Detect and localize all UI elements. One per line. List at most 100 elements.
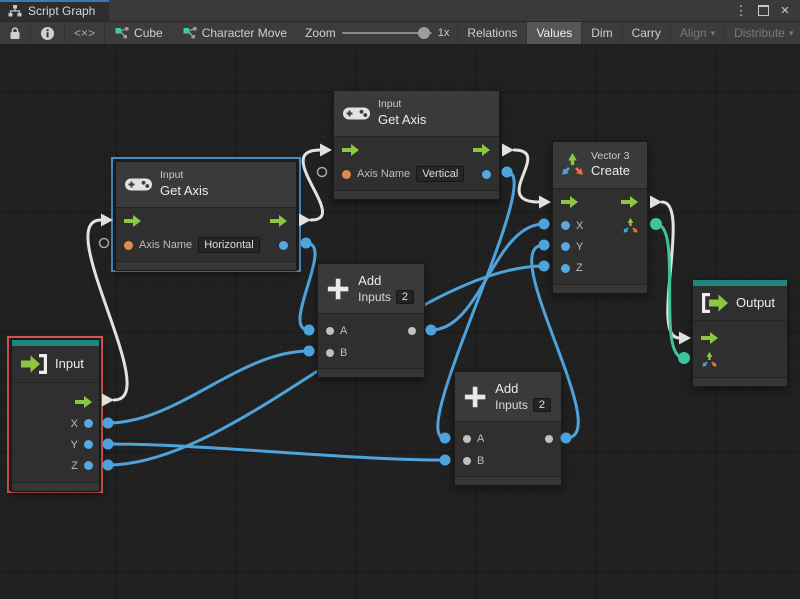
chevron-down-icon: ▾ xyxy=(789,28,794,39)
node-get-axis-horizontal[interactable]: Input Get Axis Axis Name Horizontal xyxy=(115,161,297,271)
node-add-2[interactable]: Add Inputs 2 A B xyxy=(454,371,562,486)
inspect-button[interactable] xyxy=(31,22,65,44)
flow-in-arrow-icon[interactable] xyxy=(124,215,142,227)
z-port-dot[interactable] xyxy=(84,461,93,470)
active-tab-accent xyxy=(0,0,109,2)
inputs-count-field[interactable]: 2 xyxy=(533,398,551,412)
plus-icon xyxy=(463,384,487,410)
x-port-dot[interactable] xyxy=(84,419,93,428)
node-footer xyxy=(455,476,561,485)
b-port-dot[interactable] xyxy=(463,457,471,465)
node-get-axis-vertical[interactable]: Input Get Axis Axis Name Vertical xyxy=(333,90,500,200)
zoom-label: Zoom xyxy=(305,26,336,40)
tab-script-graph[interactable]: Script Graph xyxy=(0,0,109,21)
flow-out-arrow-icon[interactable] xyxy=(270,215,288,227)
node-header[interactable]: Output xyxy=(693,286,787,320)
node-footer xyxy=(116,261,296,270)
sum-port-dot[interactable] xyxy=(408,327,416,335)
breadcrumb-cube[interactable]: Cube xyxy=(105,22,173,44)
node-vector3-create[interactable]: Vector 3 Create X Y Z xyxy=(552,141,648,294)
port-label: X xyxy=(71,418,78,430)
node-footer xyxy=(318,368,424,377)
x-port-row: X xyxy=(553,215,647,236)
node-footer xyxy=(12,482,99,491)
y-port-row: Y xyxy=(12,434,99,455)
zoom-value: 1x xyxy=(438,27,450,39)
axis-name-value-field[interactable]: Horizontal xyxy=(198,237,260,253)
vector3-input-icon[interactable] xyxy=(701,351,718,369)
distribute-dropdown[interactable]: Distribute ▾ xyxy=(725,22,800,44)
code-icon: <×> xyxy=(74,26,95,40)
port-label: Z xyxy=(71,460,78,472)
node-title: Output xyxy=(736,295,775,312)
zoom-control: Zoom 1x xyxy=(297,26,457,40)
carry-button[interactable]: Carry xyxy=(623,22,671,44)
flow-out-arrow-icon[interactable] xyxy=(621,196,639,208)
flow-out-arrow-icon[interactable] xyxy=(75,396,93,408)
port-label: Y xyxy=(71,439,78,451)
z-port-dot[interactable] xyxy=(561,264,570,273)
result-port-dot[interactable] xyxy=(279,241,288,250)
flow-in-arrow-icon[interactable] xyxy=(342,144,360,156)
values-button[interactable]: Values xyxy=(527,22,582,44)
flow-in-arrow-icon[interactable] xyxy=(701,332,719,344)
node-header[interactable]: Add Inputs 2 xyxy=(455,372,561,422)
lock-button[interactable] xyxy=(0,22,31,44)
flow-in-arrow-icon[interactable] xyxy=(561,196,579,208)
node-title: Input xyxy=(55,356,84,373)
vector3-output-icon[interactable] xyxy=(622,217,639,235)
b-port-row: B xyxy=(318,342,424,363)
dim-button[interactable]: Dim xyxy=(582,22,622,44)
lock-icon xyxy=(9,26,21,40)
node-graph-output[interactable]: Output xyxy=(692,279,788,387)
node-footer xyxy=(693,377,787,386)
inputs-label: Inputs xyxy=(495,398,528,412)
zoom-slider-handle[interactable] xyxy=(418,27,430,39)
a-port-dot[interactable] xyxy=(463,435,471,443)
relations-button[interactable]: Relations xyxy=(458,22,527,44)
menu-icon[interactable]: ⋮ xyxy=(732,3,750,19)
a-port-row: A xyxy=(318,320,424,342)
inputs-count-field[interactable]: 2 xyxy=(396,290,414,304)
align-dropdown[interactable]: Align ▾ xyxy=(671,22,725,44)
param-label: Axis Name xyxy=(357,168,410,180)
graph-input-icon xyxy=(20,353,48,375)
flow-ports-row xyxy=(553,189,647,215)
node-header[interactable]: Vector 3 Create xyxy=(553,142,647,189)
axis-name-value-field[interactable]: Vertical xyxy=(416,166,464,182)
breadcrumb-character-move[interactable]: Character Move xyxy=(173,22,297,44)
node-header[interactable]: Input Get Axis xyxy=(334,91,499,137)
node-graph-input[interactable]: Input X Y Z xyxy=(11,339,100,492)
b-port-dot[interactable] xyxy=(326,349,334,357)
code-view-button[interactable]: <×> xyxy=(65,22,105,44)
close-icon[interactable]: × xyxy=(776,3,794,19)
node-header[interactable]: Input Get Axis xyxy=(116,162,296,208)
node-title: Add xyxy=(358,273,414,290)
sum-port-dot[interactable] xyxy=(545,435,553,443)
node-footer xyxy=(553,284,647,293)
port-label: Y xyxy=(576,241,583,253)
graph-hierarchy-icon xyxy=(8,5,22,17)
x-port-dot[interactable] xyxy=(561,221,570,230)
zoom-slider[interactable] xyxy=(342,32,432,34)
window-controls: ⋮ × xyxy=(732,0,800,21)
z-port-row: Z xyxy=(553,257,647,279)
distribute-label: Distribute xyxy=(734,26,785,40)
y-port-dot[interactable] xyxy=(84,440,93,449)
maximize-icon[interactable] xyxy=(754,3,772,19)
node-header[interactable]: Add Inputs 2 xyxy=(318,264,424,314)
param-label: Axis Name xyxy=(139,239,192,251)
breadcrumb-label: Cube xyxy=(134,26,163,40)
node-add-1[interactable]: Add Inputs 2 A B xyxy=(317,263,425,378)
flow-out-arrow-icon[interactable] xyxy=(473,144,491,156)
x-port-row: X xyxy=(12,413,99,434)
result-port-dot[interactable] xyxy=(482,170,491,179)
graph-node-icon xyxy=(115,27,129,39)
z-port-row: Z xyxy=(12,455,99,476)
string-port-dot[interactable] xyxy=(124,241,133,250)
string-port-dot[interactable] xyxy=(342,170,351,179)
y-port-dot[interactable] xyxy=(561,242,570,251)
node-title: Get Axis xyxy=(160,183,208,200)
a-port-dot[interactable] xyxy=(326,327,334,335)
node-header[interactable]: Input xyxy=(12,346,99,382)
